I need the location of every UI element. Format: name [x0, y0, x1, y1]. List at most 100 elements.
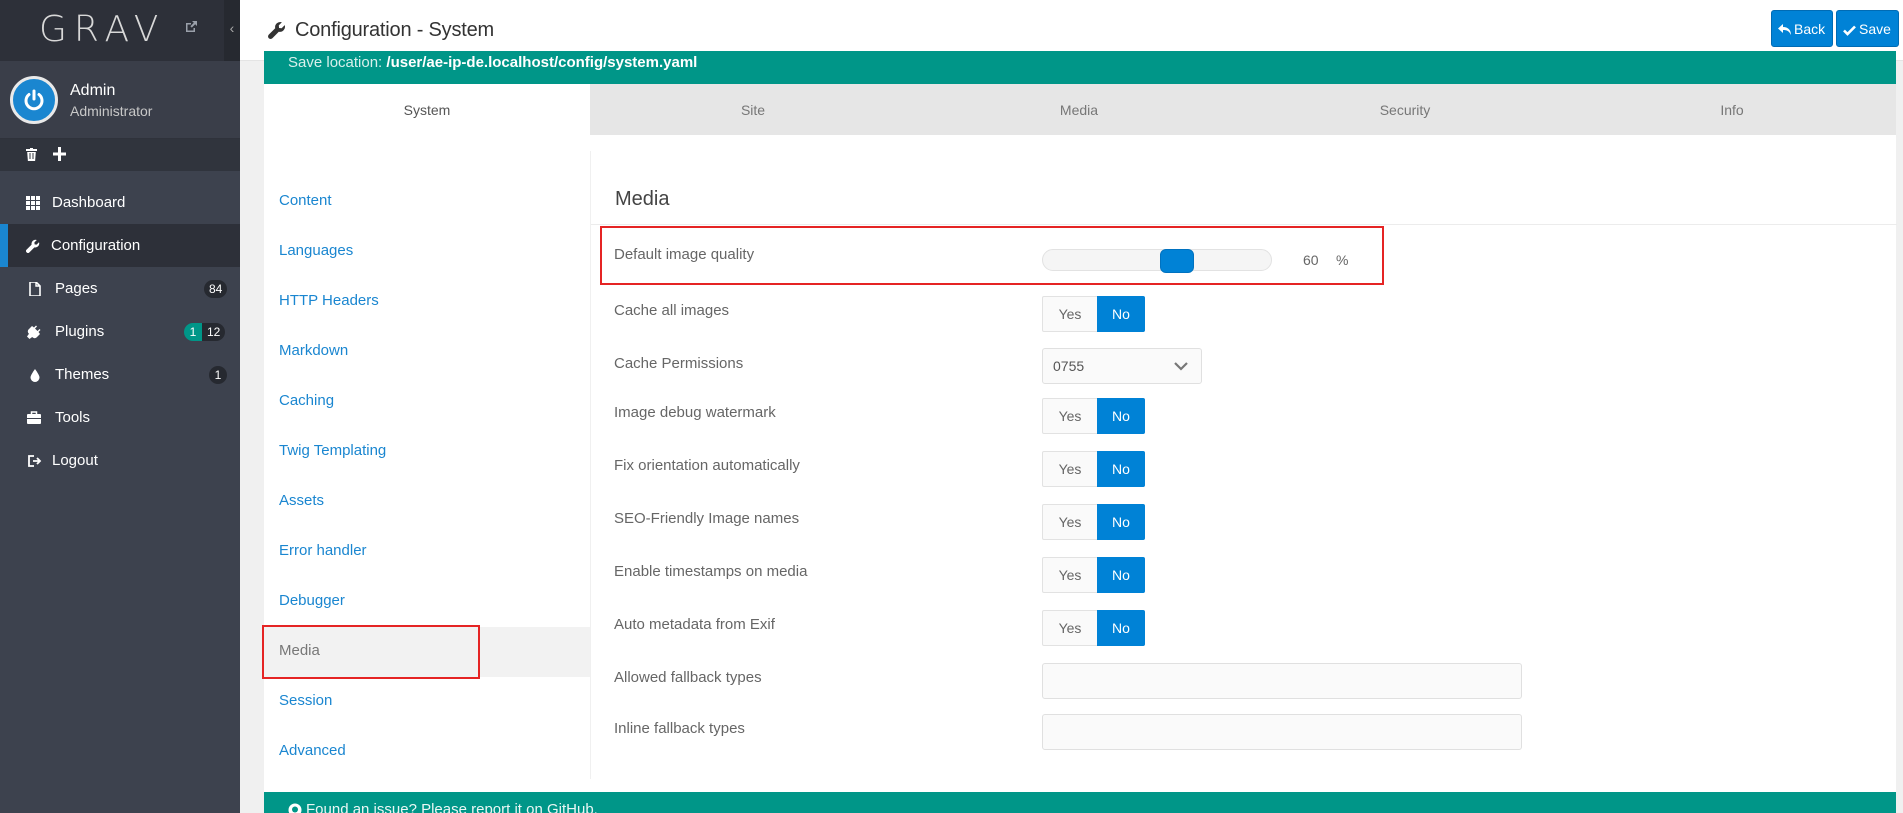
no-option[interactable]: No	[1097, 398, 1145, 434]
allowed-fallback-types-input[interactable]	[1042, 663, 1522, 699]
sidebar-item-label: Configuration	[51, 237, 141, 254]
reply-icon	[1778, 24, 1791, 35]
quick-actions	[0, 139, 240, 171]
section-link-http-headers[interactable]: HTTP Headers	[279, 292, 379, 309]
label-seo-friendly-names: SEO-Friendly Image names	[614, 510, 800, 527]
grid-icon	[26, 196, 40, 210]
sidebar-item-label: Plugins	[55, 323, 105, 340]
fix-orientation-toggle[interactable]: Yes No	[1042, 451, 1145, 487]
plus-icon[interactable]	[53, 147, 66, 161]
no-option[interactable]: No	[1097, 557, 1145, 593]
config-tabs: System Site Media Security Info	[264, 84, 1896, 135]
chevron-down-icon	[1174, 362, 1188, 371]
inline-fallback-types-input[interactable]	[1042, 714, 1522, 750]
check-icon	[1843, 25, 1856, 36]
label-inline-fallback-types: Inline fallback types	[614, 720, 745, 737]
wrench-icon	[26, 239, 40, 253]
save-location-path: /user/ae-ip-de.localhost/config/system.y…	[386, 54, 698, 71]
user-role: Administrator	[70, 103, 153, 119]
save-button[interactable]: Save	[1836, 10, 1899, 47]
cache-permissions-value: 0755	[1053, 358, 1085, 374]
sidebar-item-plugins[interactable]: Plugins 1 12	[0, 310, 240, 353]
yes-option[interactable]: Yes	[1043, 505, 1097, 539]
sidebar-item-configuration[interactable]: Configuration	[0, 224, 240, 267]
sidebar-item-pages[interactable]: Pages 84	[0, 267, 240, 310]
section-link-error-handler[interactable]: Error handler	[279, 542, 367, 559]
chevron-left-icon: ‹	[229, 20, 235, 36]
save-location-prefix: Save location:	[288, 54, 387, 71]
save-button-label: Save	[1859, 21, 1891, 37]
sidebar-item-label: Dashboard	[52, 194, 126, 211]
cache-all-images-toggle[interactable]: Yes No	[1042, 296, 1145, 332]
plugins-update-badge: 1	[184, 323, 202, 341]
section-link-languages[interactable]: Languages	[279, 242, 353, 259]
external-link-icon[interactable]	[184, 20, 198, 34]
avatar	[10, 76, 58, 124]
yes-option[interactable]: Yes	[1043, 399, 1097, 433]
droplet-icon	[30, 369, 40, 382]
sidebar-item-tools[interactable]: Tools	[0, 396, 240, 439]
tab-media[interactable]: Media	[916, 84, 1242, 135]
form-heading: Media	[615, 188, 670, 210]
user-profile[interactable]: Admin Administrator	[0, 61, 240, 139]
enable-timestamps-toggle[interactable]: Yes No	[1042, 557, 1145, 593]
plugins-count-badge: 12	[202, 323, 226, 341]
sidebar-collapse-toggle[interactable]: ‹	[224, 0, 240, 61]
sidebar-item-label: Pages	[55, 280, 98, 297]
section-link-content[interactable]: Content	[279, 192, 332, 209]
save-location-text: Save location: /user/ae-ip-de.localhost/…	[288, 54, 697, 71]
section-link-assets[interactable]: Assets	[279, 492, 324, 509]
plug-icon	[27, 325, 41, 339]
yes-option[interactable]: Yes	[1043, 611, 1097, 645]
section-link-session[interactable]: Session	[279, 692, 332, 709]
sidebar: GRAV ‹ Admin Administrator Dashboard Con…	[0, 0, 240, 813]
section-link-caching[interactable]: Caching	[279, 392, 334, 409]
label-cache-all-images: Cache all images	[614, 302, 730, 319]
seo-friendly-toggle[interactable]: Yes No	[1042, 504, 1145, 540]
back-button-label: Back	[1794, 21, 1826, 37]
tab-info[interactable]: Info	[1568, 84, 1896, 135]
image-debug-watermark-toggle[interactable]: Yes No	[1042, 398, 1145, 434]
grav-logo[interactable]: GRAV	[39, 9, 165, 50]
sidebar-item-label: Tools	[55, 409, 91, 426]
sidebar-item-logout[interactable]: Logout	[0, 439, 240, 482]
sidebar-item-label: Logout	[52, 452, 98, 469]
no-option[interactable]: No	[1097, 451, 1145, 487]
power-icon	[20, 86, 48, 114]
label-fix-orientation: Fix orientation automatically	[614, 457, 800, 474]
tab-security[interactable]: Security	[1242, 84, 1568, 135]
briefcase-icon	[27, 411, 41, 424]
tab-system[interactable]: System	[264, 84, 590, 135]
section-menu: Content Languages HTTP Headers Markdown …	[264, 135, 590, 792]
form-header: Media	[591, 151, 1897, 225]
no-option[interactable]: No	[1097, 610, 1145, 646]
section-link-markdown[interactable]: Markdown	[279, 342, 348, 359]
file-icon	[29, 282, 41, 296]
cache-permissions-select[interactable]: 0755	[1042, 348, 1202, 384]
label-image-debug-watermark: Image debug watermark	[614, 404, 776, 421]
footer-text[interactable]: Found an issue? Please report it on GitH…	[306, 801, 598, 813]
section-link-debugger[interactable]: Debugger	[279, 592, 345, 609]
tab-site[interactable]: Site	[590, 84, 916, 135]
yes-option[interactable]: Yes	[1043, 558, 1097, 592]
save-location-notice: Save location: /user/ae-ip-de.localhost/…	[264, 51, 1896, 84]
no-option[interactable]: No	[1097, 296, 1145, 332]
yes-option[interactable]: Yes	[1043, 297, 1097, 331]
highlight-image-quality	[600, 226, 1384, 285]
no-option[interactable]: No	[1097, 504, 1145, 540]
section-link-advanced[interactable]: Advanced	[279, 742, 346, 759]
yes-option[interactable]: Yes	[1043, 452, 1097, 486]
logo-bar: GRAV	[0, 0, 240, 61]
sidebar-item-dashboard[interactable]: Dashboard	[0, 181, 240, 224]
auto-metadata-toggle[interactable]: Yes No	[1042, 610, 1145, 646]
back-button[interactable]: Back	[1771, 10, 1834, 47]
github-icon	[288, 803, 302, 813]
label-auto-metadata: Auto metadata from Exif	[614, 616, 775, 633]
label-cache-permissions: Cache Permissions	[614, 355, 744, 372]
section-link-twig-templating[interactable]: Twig Templating	[279, 442, 386, 459]
page-title: Configuration - System	[295, 19, 495, 41]
highlight-media-section	[262, 625, 480, 679]
trash-icon[interactable]	[26, 148, 37, 161]
sidebar-item-themes[interactable]: Themes 1	[0, 353, 240, 396]
